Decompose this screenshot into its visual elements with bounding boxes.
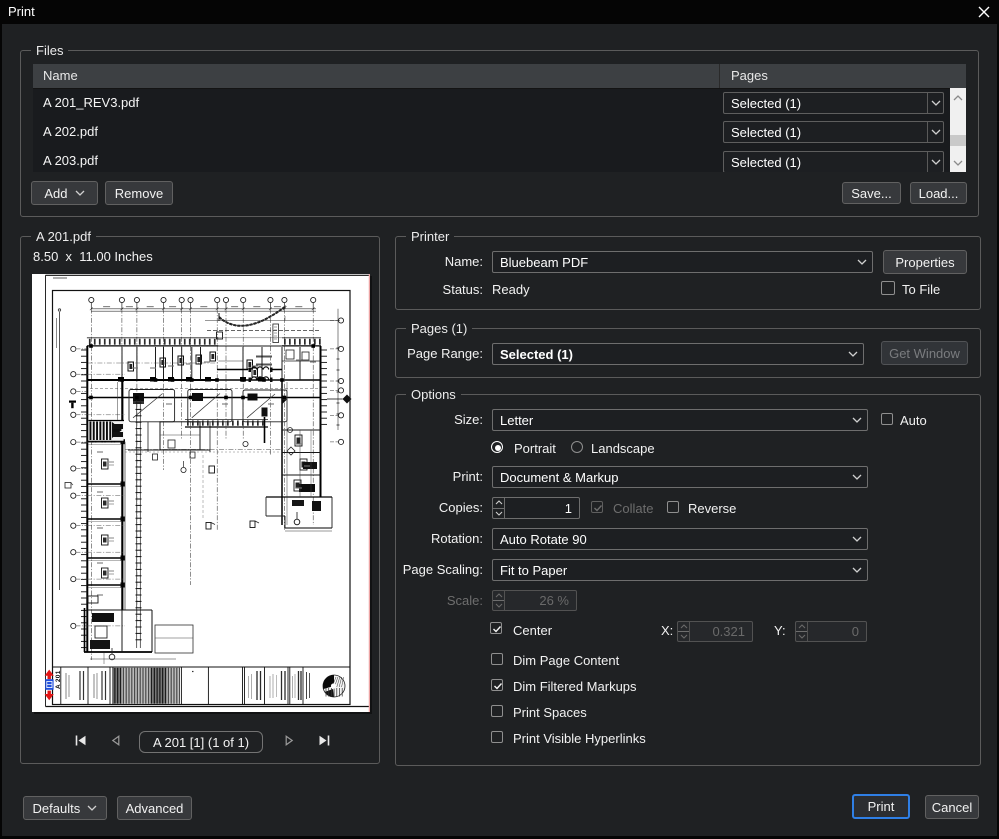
svg-text:A 201: A 201 xyxy=(55,670,62,689)
